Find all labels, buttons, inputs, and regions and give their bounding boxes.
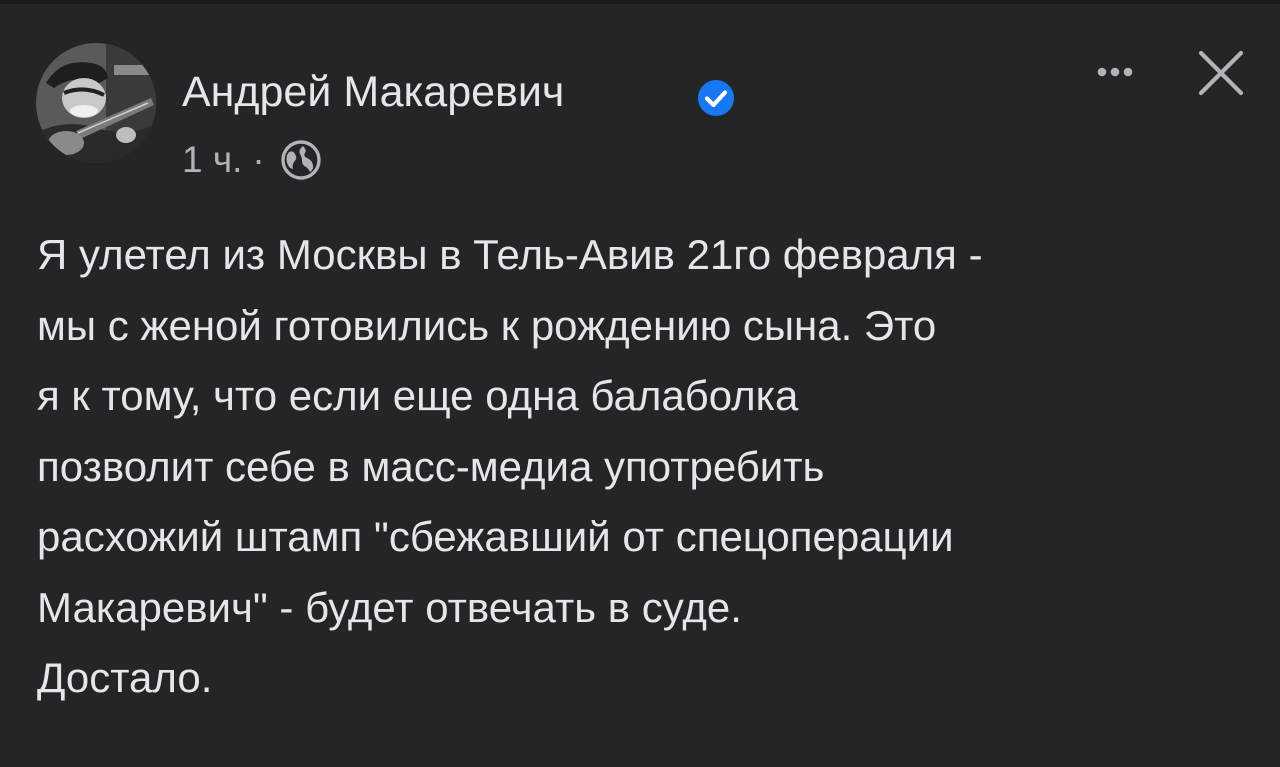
post-text: Я улетел из Москвы в Тель-Авив 21го февр… [37,220,1252,714]
post-text-line: я к тому, что если еще одна балаболка [37,372,799,419]
post-text-line: расхожий штамп "сбежавший от спецопераци… [37,513,954,560]
verified-badge-icon [697,79,735,117]
post-timestamp[interactable]: 1 ч. [182,139,242,181]
close-button[interactable] [1188,40,1254,106]
globe-icon[interactable] [279,138,323,182]
close-icon [1198,50,1244,96]
post-text-line: позволит себе в масс-медиа употребить [37,442,825,490]
top-edge [0,0,1280,4]
post-text-line: Я улетел из Москвы в Тель-Авив 21го февр… [37,231,983,278]
post-text-line: Макаревич" - будет отвечать в суде. [37,583,742,631]
post-text-line: мы с женой готовились к рождению сына. Э… [37,301,937,349]
more-options-icon [1097,67,1133,77]
meta-separator: · [252,139,265,180]
more-options-button[interactable] [1080,50,1150,94]
post-meta: 1 ч. · [182,136,323,184]
post-text-line: Достало. [37,654,213,701]
avatar[interactable] [36,43,156,163]
author-name[interactable]: Андрей Макаревич [182,66,564,118]
